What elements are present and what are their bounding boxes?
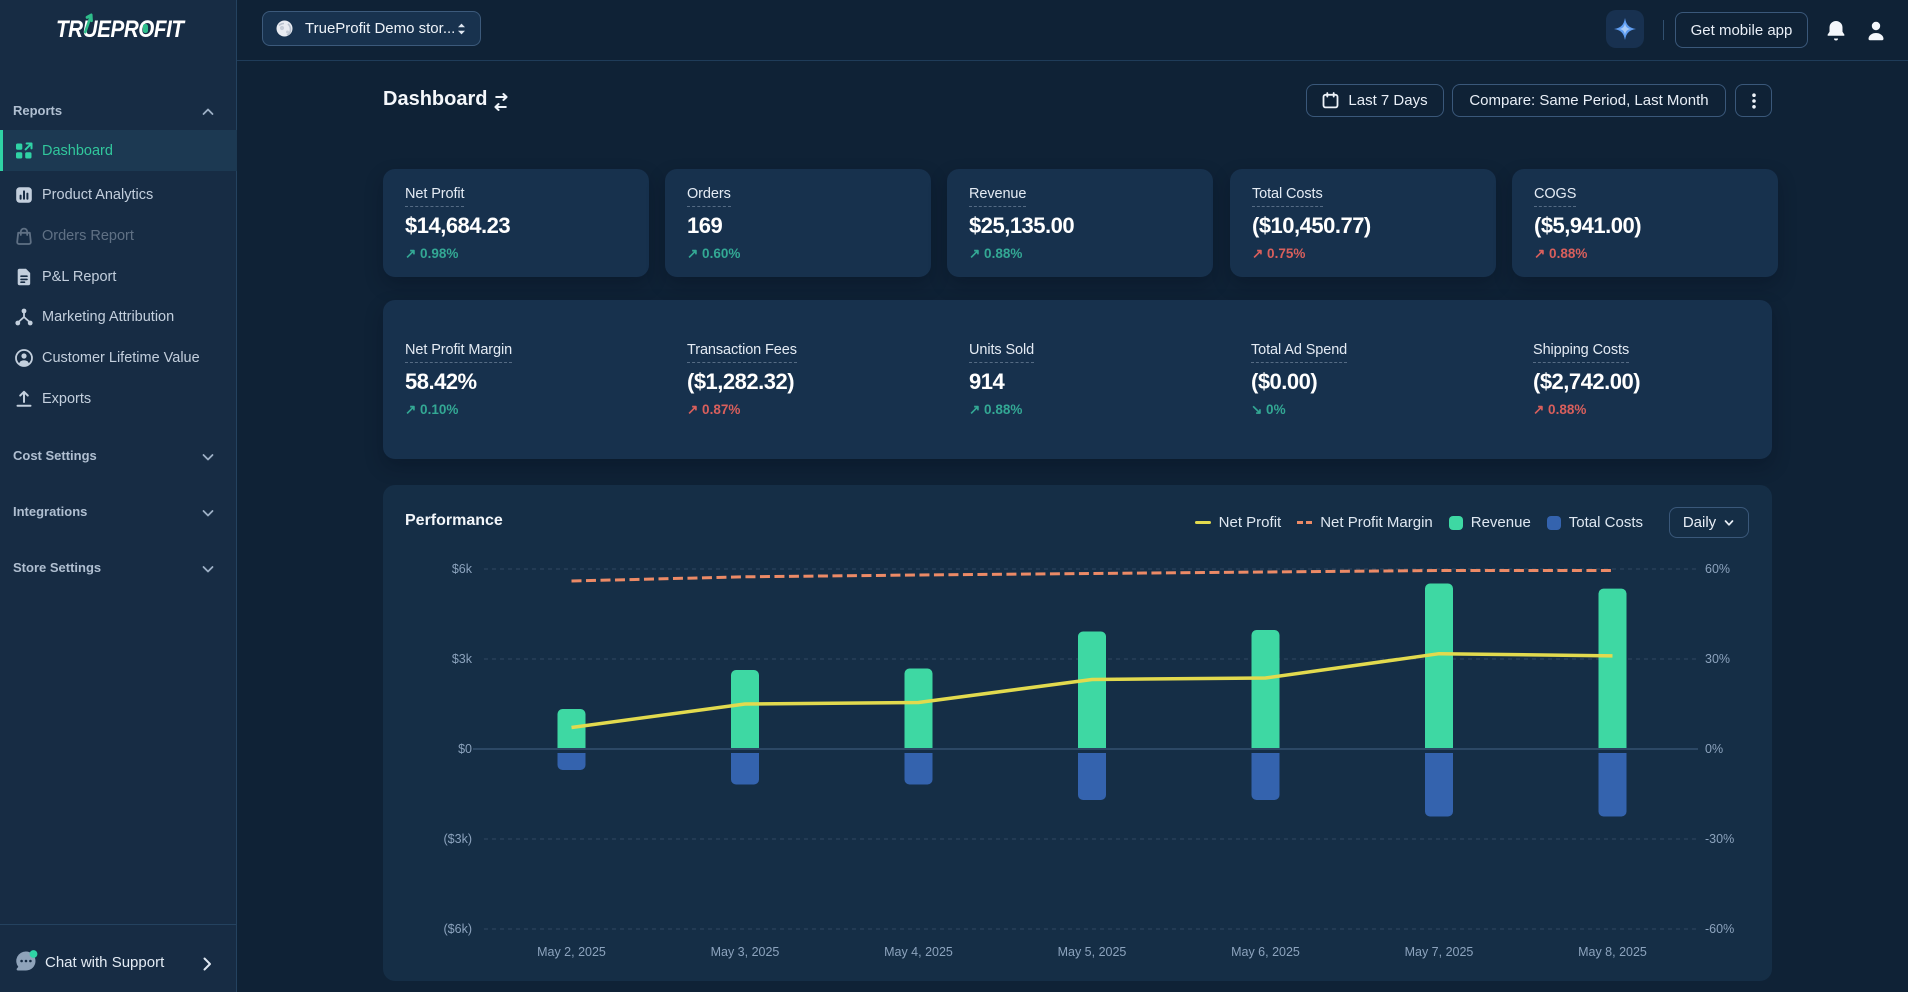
svg-text:$6k: $6k bbox=[452, 562, 473, 576]
svg-text:-30%: -30% bbox=[1705, 832, 1734, 846]
svg-text:May 2, 2025: May 2, 2025 bbox=[537, 945, 606, 959]
svg-text:0%: 0% bbox=[1705, 742, 1723, 756]
svg-text:($3k): ($3k) bbox=[444, 832, 472, 846]
svg-text:May 6, 2025: May 6, 2025 bbox=[1231, 945, 1300, 959]
svg-text:May 7, 2025: May 7, 2025 bbox=[1405, 945, 1474, 959]
svg-text:May 3, 2025: May 3, 2025 bbox=[711, 945, 780, 959]
svg-text:May 4, 2025: May 4, 2025 bbox=[884, 945, 953, 959]
svg-text:$3k: $3k bbox=[452, 652, 473, 666]
svg-text:May 5, 2025: May 5, 2025 bbox=[1058, 945, 1127, 959]
svg-text:May 8, 2025: May 8, 2025 bbox=[1578, 945, 1647, 959]
svg-text:($6k): ($6k) bbox=[444, 922, 472, 936]
svg-text:60%: 60% bbox=[1705, 562, 1730, 576]
svg-text:30%: 30% bbox=[1705, 652, 1730, 666]
svg-text:-60%: -60% bbox=[1705, 922, 1734, 936]
svg-text:$0: $0 bbox=[458, 742, 472, 756]
